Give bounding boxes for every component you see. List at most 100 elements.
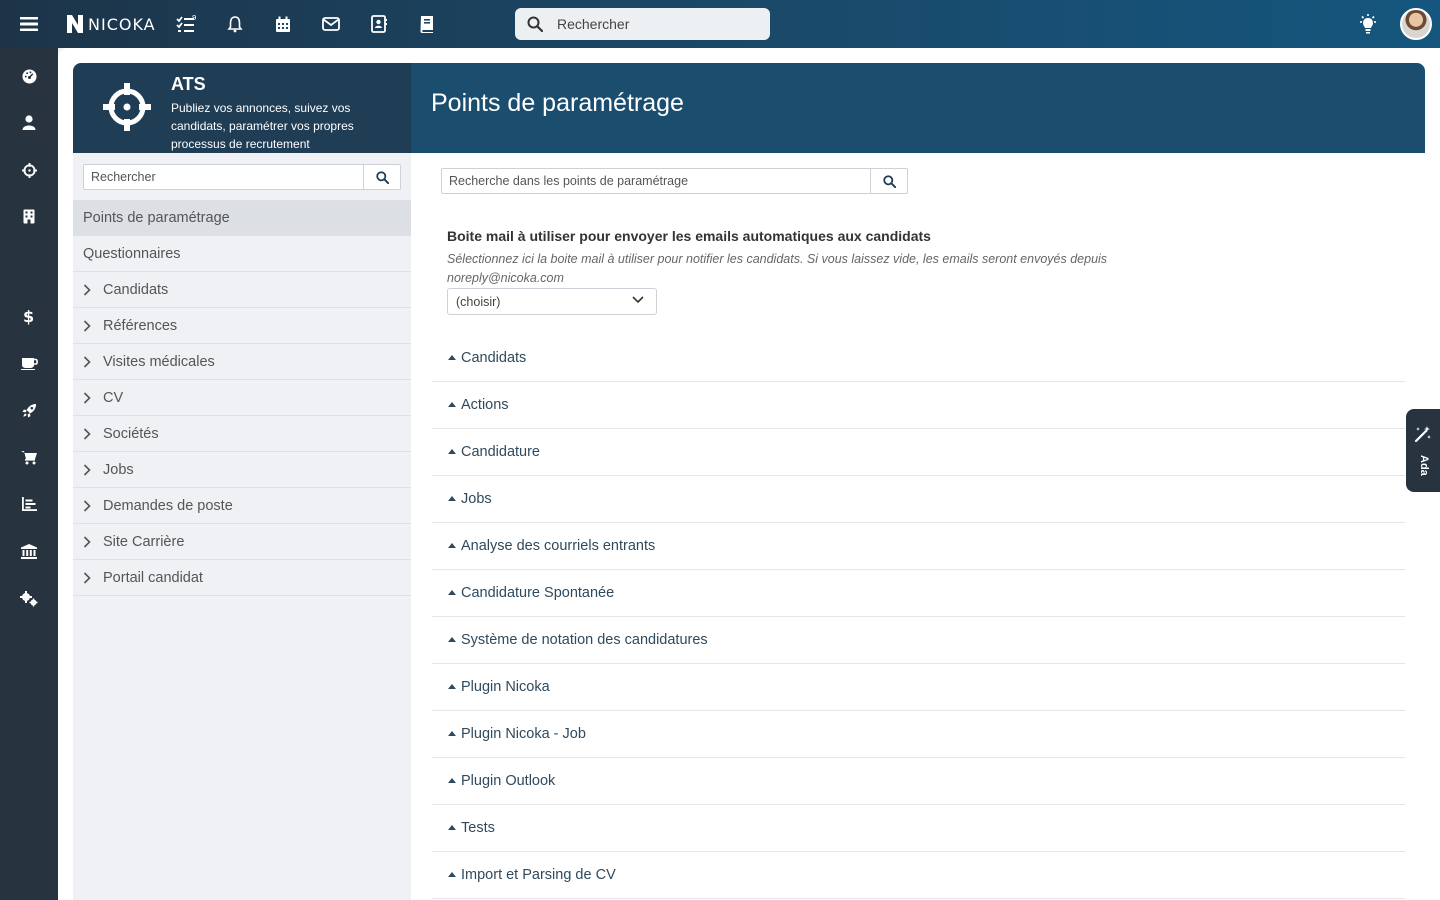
- user-icon[interactable]: [19, 112, 39, 132]
- bank-icon[interactable]: [19, 541, 39, 561]
- rocket-icon[interactable]: [19, 400, 39, 420]
- lightbulb-icon[interactable]: [1356, 12, 1380, 36]
- sidebar-nav-label: Candidats: [103, 281, 169, 298]
- mailbox-select[interactable]: (choisir): [447, 288, 657, 315]
- brand-icon: [67, 15, 83, 33]
- sidebar-nav-item[interactable]: Demandes de poste: [73, 488, 411, 524]
- chevron-right-icon: [83, 319, 103, 332]
- app-rail: $: [0, 48, 58, 900]
- module-header: ATS Publiez vos annonces, suivez vos can…: [73, 63, 411, 153]
- caret-up-icon: [448, 730, 456, 736]
- settings-section[interactable]: Tests: [432, 805, 1405, 852]
- global-search-placeholder: Rechercher: [557, 16, 630, 32]
- page-title: Points de paramétrage: [431, 89, 684, 117]
- chevron-right-icon: [83, 283, 103, 296]
- mail-icon[interactable]: [319, 12, 343, 36]
- crosshairs-icon[interactable]: [19, 160, 39, 180]
- settings-section-label: Candidats: [461, 350, 527, 366]
- sidebar-nav-item[interactable]: Références: [73, 308, 411, 344]
- bell-icon[interactable]: [223, 12, 247, 36]
- contacts-icon[interactable]: [367, 12, 391, 36]
- dollar-icon[interactable]: $: [19, 306, 39, 326]
- sidebar-nav-label: Sociétés: [103, 425, 159, 442]
- sidebar-search: Rechercher: [83, 164, 401, 190]
- settings-section[interactable]: Plugin Nicoka - Job: [432, 711, 1405, 758]
- caret-up-icon: [448, 448, 456, 454]
- sidebar-nav-label: Questionnaires: [83, 245, 181, 262]
- cart-icon[interactable]: [19, 447, 39, 467]
- settings-section[interactable]: Système de notation des candidatures: [432, 617, 1405, 664]
- settings-section[interactable]: Import et Parsing de CV: [432, 852, 1405, 899]
- settings-section-label: Import et Parsing de CV: [461, 867, 616, 883]
- settings-section-label: Candidature Spontanée: [461, 585, 615, 601]
- settings-section-label: Plugin Outlook: [461, 773, 556, 789]
- chevron-right-icon: [83, 499, 103, 512]
- sidebar-nav-item[interactable]: CV: [73, 380, 411, 416]
- settings-section[interactable]: Plugin Nicoka: [432, 664, 1405, 711]
- search-icon: [375, 170, 389, 184]
- brand-logo[interactable]: NICOKA: [64, 12, 156, 36]
- sidebar-nav-label: Portail candidat: [103, 569, 203, 586]
- caret-up-icon: [448, 777, 456, 783]
- module-description: Publiez vos annonces, suivez vos candida…: [171, 101, 354, 151]
- sidebar-nav-label: Points de paramétrage: [83, 209, 230, 226]
- settings-section[interactable]: Plugin Outlook: [432, 758, 1405, 805]
- coffee-icon[interactable]: [19, 353, 39, 373]
- chevron-right-icon: [83, 427, 103, 440]
- sidebar-nav-item[interactable]: Visites médicales: [73, 344, 411, 380]
- sidebar-nav-item[interactable]: Questionnaires: [73, 236, 411, 272]
- sidebar-search-input[interactable]: Rechercher: [84, 165, 364, 189]
- sidebar-nav-item[interactable]: Jobs: [73, 452, 411, 488]
- chevron-right-icon: [83, 571, 103, 584]
- settings-icon[interactable]: [19, 589, 39, 609]
- caret-up-icon: [448, 871, 456, 877]
- settings-section-label: Plugin Nicoka - Job: [461, 726, 586, 742]
- chart-icon[interactable]: [19, 494, 39, 514]
- sidebar-nav-item[interactable]: Site Carrière: [73, 524, 411, 560]
- user-avatar[interactable]: [1400, 8, 1432, 40]
- sidebar-nav-item[interactable]: Candidats: [73, 272, 411, 308]
- calendar-icon[interactable]: [271, 12, 295, 36]
- settings-section[interactable]: Jobs: [432, 476, 1405, 523]
- settings-section[interactable]: Actions: [432, 382, 1405, 429]
- settings-section-label: Tests: [461, 820, 495, 836]
- sidebar-nav-label: CV: [103, 389, 124, 406]
- settings-section-label: Plugin Nicoka: [461, 679, 550, 695]
- ada-assistant-tab[interactable]: Ada: [1406, 409, 1440, 492]
- dashboard-icon[interactable]: [19, 66, 39, 86]
- sidebar-search-button[interactable]: [364, 165, 400, 189]
- search-icon: [527, 16, 543, 32]
- content-header: Points de paramétrage: [411, 63, 1425, 153]
- building-icon[interactable]: [19, 206, 39, 226]
- chevron-down-icon: [632, 296, 644, 304]
- sidebar-nav-label: Jobs: [103, 461, 134, 478]
- ada-label: Ada: [1418, 455, 1430, 476]
- settings-section[interactable]: Candidats: [432, 335, 1405, 382]
- tasks-icon[interactable]: 9: [175, 12, 199, 36]
- chevron-right-icon: [83, 355, 103, 368]
- caret-up-icon: [448, 354, 456, 360]
- settings-section[interactable]: Analyse des courriels entrants: [432, 523, 1405, 570]
- sidebar-nav-item[interactable]: Sociétés: [73, 416, 411, 452]
- setting-help: Sélectionnez ici la boite mail à utilise…: [447, 252, 1108, 285]
- book-icon[interactable]: [415, 12, 439, 36]
- crosshairs-icon: [103, 83, 151, 131]
- sidebar-nav-label: Visites médicales: [103, 353, 215, 370]
- setting-label: Boite mail à utiliser pour envoyer les e…: [447, 228, 931, 244]
- sidebar-nav-label: Demandes de poste: [103, 497, 233, 514]
- brand-name: NICOKA: [88, 14, 156, 34]
- sidebar-nav-label: Site Carrière: [103, 533, 185, 550]
- global-search[interactable]: Rechercher: [515, 8, 770, 40]
- sidebar-nav-item[interactable]: Points de paramétrage: [73, 200, 411, 236]
- settings-search-button[interactable]: [871, 169, 907, 193]
- settings-search-input[interactable]: Recherche dans les points de paramétrage: [442, 169, 871, 193]
- chevron-right-icon: [83, 391, 103, 404]
- settings-section[interactable]: Candidature Spontanée: [432, 570, 1405, 617]
- settings-section-label: Système de notation des candidatures: [461, 632, 708, 648]
- caret-up-icon: [448, 683, 456, 689]
- settings-section-label: Candidature: [461, 444, 540, 460]
- menu-icon[interactable]: [17, 12, 41, 36]
- caret-up-icon: [448, 542, 456, 548]
- settings-section[interactable]: Candidature: [432, 429, 1405, 476]
- sidebar-nav-item[interactable]: Portail candidat: [73, 560, 411, 596]
